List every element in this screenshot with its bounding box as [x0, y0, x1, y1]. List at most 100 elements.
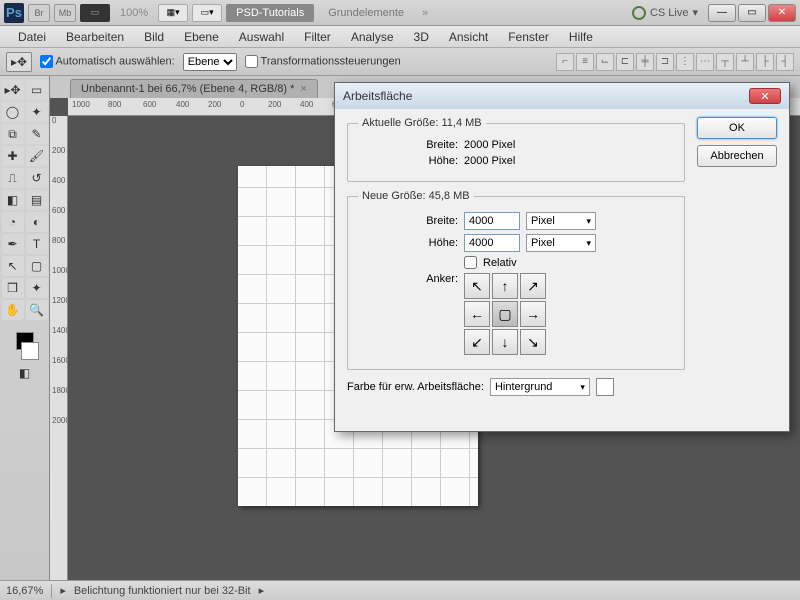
- menu-bearbeiten[interactable]: Bearbeiten: [56, 27, 134, 47]
- type-tool-icon[interactable]: T: [26, 234, 48, 254]
- distribute-left-icon[interactable]: ├: [756, 53, 774, 71]
- 3d-camera-icon[interactable]: ✦: [26, 278, 48, 298]
- align-middle-v-icon[interactable]: ≡: [576, 53, 594, 71]
- toolbox: ▸✥▭ ◯✦ ⧉✎ ✚🖌 ⎍↺ ◧▤ ◔◐ ✒T ↖▢ ❒✦ ✋🔍 ◧: [0, 76, 50, 580]
- menu-bar: Datei Bearbeiten Bild Ebene Auswahl Filt…: [0, 26, 800, 48]
- minimize-button[interactable]: —: [708, 4, 736, 22]
- anchor-nw[interactable]: ↖: [464, 273, 490, 299]
- lasso-tool-icon[interactable]: ◯: [2, 102, 24, 122]
- menu-filter[interactable]: Filter: [294, 27, 341, 47]
- auto-select-checkbox[interactable]: [40, 55, 53, 68]
- cancel-button[interactable]: Abbrechen: [697, 145, 777, 167]
- width-unit-select[interactable]: Pixel: [526, 212, 596, 230]
- distribute-h-icon[interactable]: ⋮: [676, 53, 694, 71]
- path-tool-icon[interactable]: ↖: [2, 256, 24, 276]
- menu-auswahl[interactable]: Auswahl: [229, 27, 294, 47]
- anchor-se[interactable]: ↘: [520, 329, 546, 355]
- ext-color-label: Farbe für erw. Arbeitsfläche:: [347, 381, 484, 393]
- screen-mode-toggle-icon[interactable]: ▭▾: [192, 4, 222, 22]
- anchor-n[interactable]: ↑: [492, 273, 518, 299]
- menu-fenster[interactable]: Fenster: [498, 27, 559, 47]
- arrange-docs-icon[interactable]: ▦▾: [158, 4, 188, 22]
- stamp-tool-icon[interactable]: ⎍: [2, 168, 24, 188]
- zoom-indicator[interactable]: 100%: [114, 7, 154, 19]
- cs-live-button[interactable]: CS Live ▾: [632, 6, 698, 20]
- menu-3d[interactable]: 3D: [404, 27, 439, 47]
- height-input[interactable]: [464, 234, 520, 252]
- height-unit-select[interactable]: Pixel: [526, 234, 596, 252]
- width-input[interactable]: [464, 212, 520, 230]
- gradient-tool-icon[interactable]: ▤: [26, 190, 48, 210]
- crop-tool-icon[interactable]: ⧉: [2, 124, 24, 144]
- mini-bridge-button[interactable]: Mb: [54, 4, 76, 22]
- anchor-w[interactable]: ←: [464, 301, 490, 327]
- align-buttons: ⌐ ≡ ⌙ ⊏ ╪ ⊐ ⋮ ⋯ ┬ ┴ ├ ┤: [556, 53, 794, 71]
- pen-tool-icon[interactable]: ✒: [2, 234, 24, 254]
- distribute-v-icon[interactable]: ⋯: [696, 53, 714, 71]
- menu-analyse[interactable]: Analyse: [341, 27, 404, 47]
- screen-mode-icon[interactable]: ▭: [80, 4, 110, 22]
- status-bar: 16,67% ▸ Belichtung funktioniert nur bei…: [0, 580, 800, 600]
- anchor-ne[interactable]: ↗: [520, 273, 546, 299]
- more-workspaces-icon[interactable]: »: [418, 7, 432, 19]
- align-center-h-icon[interactable]: ╪: [636, 53, 654, 71]
- menu-bild[interactable]: Bild: [134, 27, 174, 47]
- dialog-close-button[interactable]: ✕: [749, 88, 781, 104]
- menu-ansicht[interactable]: Ansicht: [439, 27, 498, 47]
- 3d-tool-icon[interactable]: ❒: [2, 278, 24, 298]
- wand-tool-icon[interactable]: ✦: [26, 102, 48, 122]
- align-right-icon[interactable]: ⊐: [656, 53, 674, 71]
- align-top-icon[interactable]: ⌐: [556, 53, 574, 71]
- menu-ebene[interactable]: Ebene: [174, 27, 229, 47]
- workspace-tab-essentials[interactable]: Grundelemente: [318, 4, 414, 22]
- ok-button[interactable]: OK: [697, 117, 777, 139]
- align-bottom-icon[interactable]: ⌙: [596, 53, 614, 71]
- close-tab-icon[interactable]: ×: [300, 83, 306, 95]
- ext-color-swatch[interactable]: [596, 378, 614, 396]
- transform-controls-wrap[interactable]: Transformationssteuerungen: [245, 55, 401, 68]
- ext-color-select[interactable]: Hintergrund: [490, 378, 590, 396]
- eraser-tool-icon[interactable]: ◧: [2, 190, 24, 210]
- auto-select-checkbox-wrap[interactable]: Automatisch auswählen:: [40, 55, 175, 68]
- background-swatch[interactable]: [21, 342, 39, 360]
- new-size-legend: Neue Größe: 45,8 MB: [358, 190, 474, 202]
- blur-tool-icon[interactable]: ◔: [2, 212, 24, 232]
- current-width: 2000 Pixel: [464, 139, 515, 151]
- menu-datei[interactable]: Datei: [8, 27, 56, 47]
- distribute-right-icon[interactable]: ┤: [776, 53, 794, 71]
- heal-tool-icon[interactable]: ✚: [2, 146, 24, 166]
- distribute-bottom-icon[interactable]: ┴: [736, 53, 754, 71]
- dodge-tool-icon[interactable]: ◐: [26, 212, 48, 232]
- eyedropper-tool-icon[interactable]: ✎: [26, 124, 48, 144]
- marquee-tool-icon[interactable]: ▭: [26, 80, 48, 100]
- status-triangle-icon[interactable]: ▸: [60, 584, 66, 597]
- brush-tool-icon[interactable]: 🖌: [26, 146, 48, 166]
- anchor-center[interactable]: ▢: [492, 301, 518, 327]
- transform-controls-checkbox[interactable]: [245, 55, 258, 68]
- current-size-legend: Aktuelle Größe: 11,4 MB: [358, 117, 486, 129]
- current-tool-icon[interactable]: ▸✥: [6, 52, 32, 72]
- maximize-button[interactable]: ▭: [738, 4, 766, 22]
- anchor-sw[interactable]: ↙: [464, 329, 490, 355]
- options-bar: ▸✥ Automatisch auswählen: Ebene Transfor…: [0, 48, 800, 76]
- move-tool-icon[interactable]: ▸✥: [2, 80, 24, 100]
- hand-tool-icon[interactable]: ✋: [2, 300, 24, 320]
- dialog-title-bar[interactable]: Arbeitsfläche ✕: [335, 83, 789, 109]
- relative-checkbox[interactable]: [464, 256, 477, 269]
- zoom-tool-icon[interactable]: 🔍: [26, 300, 48, 320]
- status-dropdown-icon[interactable]: ▸: [259, 584, 265, 597]
- auto-select-target[interactable]: Ebene: [183, 53, 237, 71]
- distribute-top-icon[interactable]: ┬: [716, 53, 734, 71]
- status-zoom[interactable]: 16,67%: [6, 585, 43, 597]
- history-brush-icon[interactable]: ↺: [26, 168, 48, 188]
- align-left-icon[interactable]: ⊏: [616, 53, 634, 71]
- workspace-tab-tutorials[interactable]: PSD-Tutorials: [226, 4, 314, 22]
- bridge-button[interactable]: Br: [28, 4, 50, 22]
- document-tab[interactable]: Unbenannt-1 bei 66,7% (Ebene 4, RGB/8) *…: [70, 79, 318, 98]
- close-button[interactable]: ✕: [768, 4, 796, 22]
- shape-tool-icon[interactable]: ▢: [26, 256, 48, 276]
- anchor-e[interactable]: →: [520, 301, 546, 327]
- menu-hilfe[interactable]: Hilfe: [559, 27, 603, 47]
- quickmask-icon[interactable]: ◧: [20, 368, 30, 378]
- anchor-s[interactable]: ↓: [492, 329, 518, 355]
